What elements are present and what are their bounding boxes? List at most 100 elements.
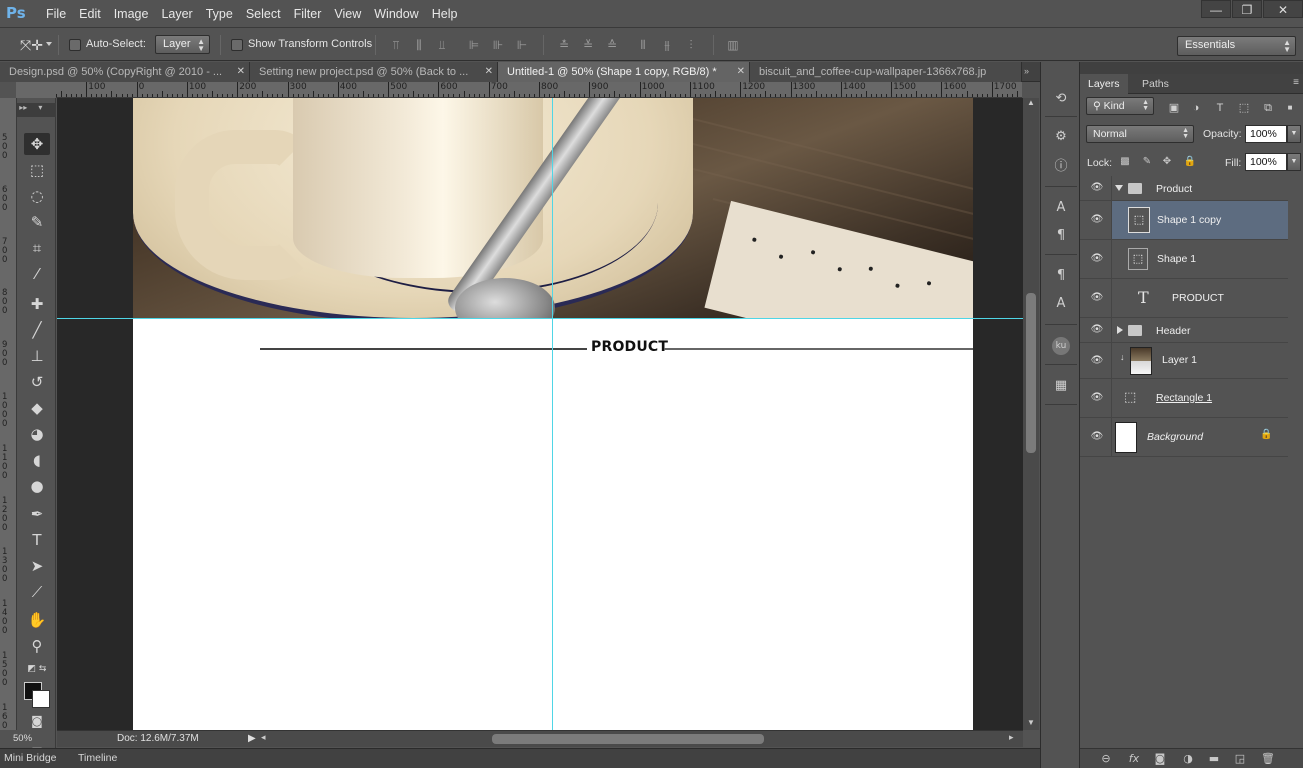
history-brush-tool-icon[interactable]: ↺	[24, 371, 50, 393]
eye-icon[interactable]: 👁	[1090, 252, 1104, 266]
expand-toggle-icon[interactable]	[1117, 326, 1123, 334]
dodge-tool-icon[interactable]: ●	[24, 475, 50, 497]
layer-row-product-text[interactable]: 👁 T PRODUCT	[1080, 279, 1288, 318]
ruler-corner[interactable]	[16, 82, 56, 98]
crop-tool-icon[interactable]: ⌗	[24, 237, 50, 259]
eye-icon[interactable]: 👁	[1090, 430, 1104, 444]
scroll-down-icon[interactable]: ▼	[1027, 718, 1035, 727]
layer-row-rectangle-1[interactable]: 👁 ⬚ Rectangle 1	[1080, 379, 1288, 418]
show-transform-checkbox[interactable]	[231, 39, 243, 51]
background-color-swatch[interactable]	[32, 690, 50, 708]
delete-layer-icon[interactable]: 🗑	[1260, 751, 1276, 767]
layer-row-background[interactable]: 👁 Background 🔒	[1080, 418, 1288, 457]
layer-filter-kind-select[interactable]: ⚲ Kind ▲ ▼	[1086, 97, 1154, 115]
layer-row-shape-1-copy[interactable]: 👁 ⬚ Shape 1 copy	[1080, 201, 1288, 240]
lock-transparent-pixels-icon[interactable]: ▩	[1118, 155, 1132, 169]
tab-setting-new-project[interactable]: Setting new project.psd @ 50% (Back to .…	[250, 62, 498, 82]
eye-icon[interactable]: 👁	[1090, 391, 1104, 405]
shape-filter-icon[interactable]: ⬚	[1236, 100, 1252, 116]
path-selection-tool-icon[interactable]: ➤	[24, 555, 50, 577]
link-layers-icon[interactable]: ⊖	[1098, 751, 1114, 767]
distribute-bottom-icon[interactable]: ≙	[605, 38, 619, 52]
tab-timeline[interactable]: Timeline	[78, 752, 117, 764]
distribute-hcenter-icon[interactable]: ⫵	[660, 38, 674, 52]
paragraph-styles-icon[interactable]: ¶	[1052, 267, 1070, 285]
panel-menu-icon[interactable]: ≡	[1293, 77, 1299, 88]
kuler-panel-icon[interactable]: ku	[1052, 337, 1070, 355]
blend-mode-select[interactable]: Normal ▲ ▼	[1086, 125, 1194, 143]
menu-help[interactable]: Help	[426, 7, 464, 21]
auto-select-target-select[interactable]: Layer ▲ ▼	[155, 35, 210, 54]
move-tool-icon[interactable]: ✥	[24, 133, 50, 155]
tab-untitled-1[interactable]: Untitled-1 @ 50% (Shape 1 copy, RGB/8) *…	[498, 62, 750, 82]
tab-mini-bridge[interactable]: Mini Bridge	[4, 752, 64, 764]
new-group-icon[interactable]: ▬	[1206, 751, 1222, 767]
properties-panel-icon[interactable]: ⚙	[1052, 128, 1070, 146]
close-icon[interactable]: ✕	[237, 62, 245, 82]
expand-toggle-icon[interactable]	[1115, 185, 1123, 191]
tab-biscuit-coffee-wallpaper[interactable]: biscuit_and_coffee-cup-wallpaper-1366x76…	[750, 62, 1022, 82]
lock-position-icon[interactable]: ✥	[1160, 155, 1174, 169]
align-top-icon[interactable]: ⫪	[389, 38, 403, 52]
product-heading[interactable]: PRODUCT	[591, 339, 668, 355]
minimize-button[interactable]: —	[1201, 0, 1231, 18]
layer-row-header-group[interactable]: 👁 Header	[1080, 318, 1288, 343]
align-horizontal-center-icon[interactable]: ⊪	[491, 38, 505, 52]
clone-stamp-tool-icon[interactable]: ⊥	[24, 345, 50, 367]
info-panel-icon[interactable]: ⓘ	[1052, 158, 1070, 176]
blur-tool-icon[interactable]: ◖	[24, 449, 50, 471]
ruler-left[interactable]: 500 600 700 800 900 1000 1100 1200 1300 1400 1500 1…	[0, 98, 17, 730]
filter-toggle-icon[interactable]: ■	[1282, 100, 1298, 116]
menu-file[interactable]: File	[40, 7, 72, 21]
ruler-top[interactable]: 2001000100200300400500600700800900100011…	[56, 82, 1022, 98]
menu-filter[interactable]: Filter	[288, 7, 328, 21]
add-mask-icon[interactable]: ◙	[1152, 751, 1168, 767]
restore-button[interactable]: ❐	[1232, 0, 1262, 18]
menu-window[interactable]: Window	[368, 7, 424, 21]
tab-overflow-icon[interactable]: »	[1024, 66, 1029, 76]
smart-object-filter-icon[interactable]: ⧉	[1260, 100, 1276, 116]
character-styles-icon[interactable]: A	[1052, 295, 1070, 313]
eraser-tool-icon[interactable]: ◆	[24, 397, 50, 419]
eye-icon[interactable]: 👁	[1090, 291, 1104, 305]
quick-mask-icon[interactable]: ◙	[24, 710, 50, 732]
vertical-scrollbar[interactable]: ▲ ▼	[1023, 98, 1039, 730]
paragraph-panel-icon[interactable]: ¶	[1052, 227, 1070, 245]
healing-brush-tool-icon[interactable]: ✚	[24, 293, 50, 315]
vertical-scroll-thumb[interactable]	[1026, 293, 1036, 453]
layer-row-product-group[interactable]: 👁 Product	[1080, 176, 1288, 201]
fill-input[interactable]: 100%	[1245, 153, 1287, 171]
type-filter-icon[interactable]: T	[1212, 100, 1228, 116]
close-icon[interactable]: ✕	[737, 62, 745, 82]
opacity-slider-icon[interactable]: ▼	[1287, 125, 1301, 143]
opacity-input[interactable]: 100%	[1245, 125, 1287, 143]
menu-edit[interactable]: Edit	[73, 7, 107, 21]
lock-all-icon[interactable]: 🔒	[1183, 155, 1197, 169]
canvas-area[interactable]: PRODUCT	[57, 98, 1023, 730]
distribute-vcenter-icon[interactable]: ≚	[581, 38, 595, 52]
new-adjustment-layer-icon[interactable]: ◑	[1180, 751, 1196, 767]
type-tool-icon[interactable]: T	[24, 529, 50, 551]
tool-preset-dropdown-icon[interactable]	[46, 42, 52, 46]
eye-icon[interactable]: 👁	[1090, 354, 1104, 368]
scroll-left-icon[interactable]: ◂	[261, 732, 266, 743]
close-icon[interactable]: ✕	[485, 62, 493, 82]
zoom-level[interactable]: 50%	[13, 733, 32, 744]
distribute-top-icon[interactable]: ≛	[557, 38, 571, 52]
shape-1-copy-line[interactable]	[664, 348, 973, 350]
tab-layers[interactable]: Layers	[1080, 74, 1128, 94]
auto-select-checkbox[interactable]	[69, 39, 81, 51]
vertical-guide[interactable]	[552, 98, 553, 730]
menu-view[interactable]: View	[328, 7, 367, 21]
lock-image-pixels-icon[interactable]: ✎	[1140, 155, 1154, 169]
distribute-left-icon[interactable]: ⫴	[636, 38, 650, 52]
align-right-icon[interactable]: ⊩	[515, 38, 529, 52]
line-tool-icon[interactable]: ⟋	[24, 581, 50, 603]
scroll-right-icon[interactable]: ▸	[1009, 732, 1014, 743]
close-button[interactable]: ✕	[1263, 0, 1303, 18]
eye-icon[interactable]: 👁	[1090, 181, 1104, 195]
horizontal-scrollbar[interactable]: ◂ ▸	[257, 732, 1017, 745]
hand-tool-icon[interactable]: ✋	[24, 609, 50, 631]
workspace-select[interactable]: Essentials ▲ ▼	[1177, 36, 1296, 56]
move-tool-icon[interactable]: ⤧✛	[20, 37, 43, 54]
